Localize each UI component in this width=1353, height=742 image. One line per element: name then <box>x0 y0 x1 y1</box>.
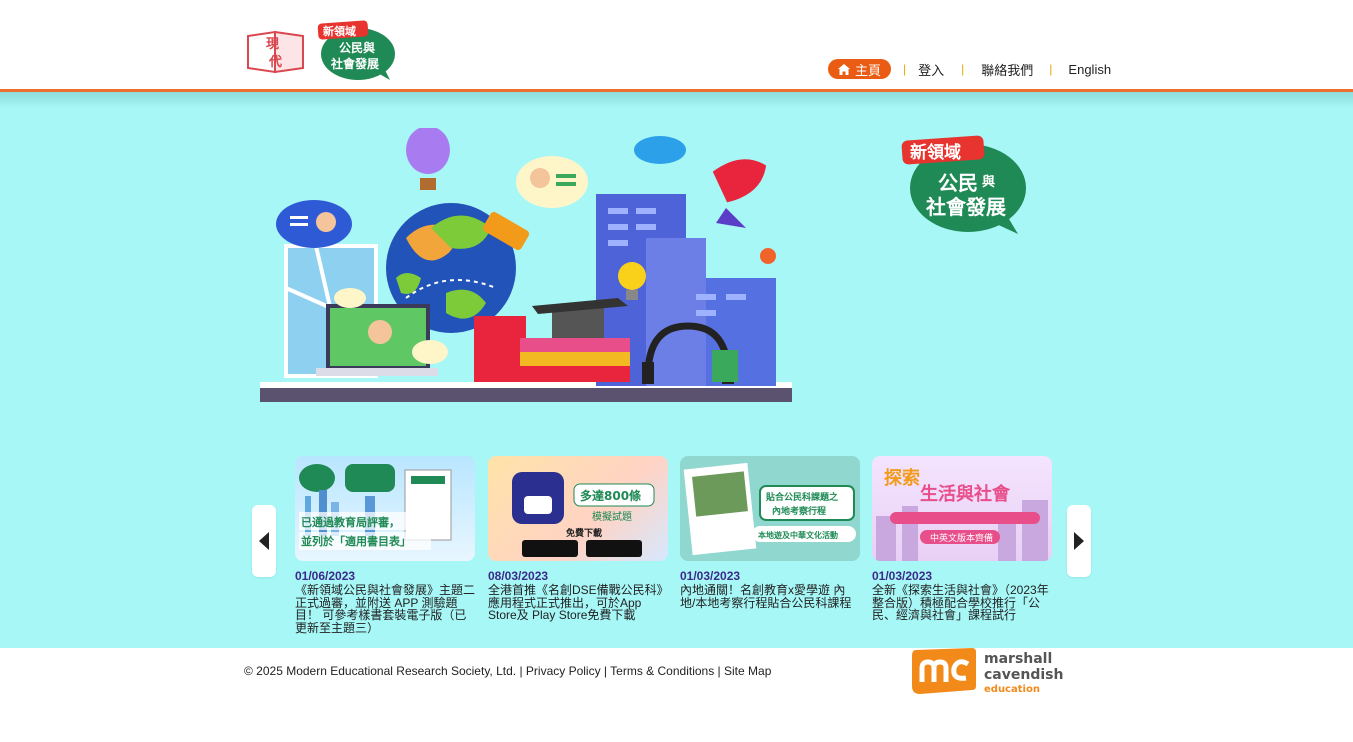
series-logo-badge: 新領域 <box>323 24 356 38</box>
nav-separator: | <box>1049 62 1053 76</box>
news-card-title[interactable]: 全新《探索生活與社會》（2023年整合版）積極配合學校推行「公民、經濟與社會」課… <box>872 584 1052 622</box>
news-card-img-line2: 並列於「適用書目表」 <box>301 534 411 548</box>
hero-banner: 新領域 公民 與 社會發展 已通過教育局評審， 並列於「適用書目表」 01/06… <box>0 92 1353 648</box>
news-card[interactable]: 探索 生活與社會 中英文版本齊備 01/03/2023 全新《探索生活與社會》（… <box>872 456 1052 622</box>
news-card-date: 08/03/2023 <box>488 569 549 583</box>
nav-contact-link[interactable]: 聯絡我們 <box>981 60 1033 79</box>
nav-english-link[interactable]: English <box>1068 62 1111 77</box>
arrow-right-icon <box>1074 532 1084 550</box>
mc-logo-line1: marshall <box>984 651 1052 667</box>
logo-modern-char-1: 現 <box>266 37 279 52</box>
nav-separator: | <box>903 62 907 76</box>
hero-illustration <box>260 128 792 402</box>
home-icon <box>838 63 850 75</box>
news-card-date: 01/06/2023 <box>295 569 356 583</box>
news-card-image[interactable]: 貼合公民科課題之 內地考察行程 本地遊及中華文化活動 <box>680 456 860 561</box>
news-card-title[interactable]: 全港首推《名創DSE備戰公民科》應用程式正式推出，可於App Store及 Pl… <box>488 584 668 622</box>
footer-separator: | <box>516 664 526 678</box>
series-logo-title-1: 公民與 <box>339 40 375 55</box>
footer-copyright: © 2025 Modern Educational Research Socie… <box>244 664 517 678</box>
footer-privacy-link[interactable]: Privacy Policy <box>526 664 601 678</box>
hero-series-logo: 新領域 公民 與 社會發展 <box>901 135 1026 234</box>
news-card-title[interactable]: 內地通關！名創教育x愛學遊 內地/本地考察行程貼合公民科課程 <box>680 584 860 609</box>
hero-shadow <box>0 92 1353 108</box>
logo-modern-char-2: 代 <box>268 54 282 70</box>
nav-separator: | <box>961 62 965 76</box>
mc-logo-line2: cavendish <box>984 667 1063 683</box>
marshall-cavendish-logo[interactable]: marshall cavendish education <box>910 646 1070 698</box>
hero-logo-title-1: 公民 <box>938 171 978 195</box>
hero-logo-title-3: 社會發展 <box>925 195 1006 219</box>
footer-separator: | <box>600 664 611 678</box>
news-card-img-line2: 內地考察行程 <box>772 505 826 517</box>
modern-logo[interactable]: 現 代 <box>245 28 307 74</box>
news-card-img-line2: 模擬試題 <box>592 510 632 523</box>
main-nav: 主頁 | 登入 | 聯絡我們 | English <box>828 58 1111 80</box>
news-card[interactable]: 多達800條 模擬試題 免費下載 08/03/2023 全港首推《名創DSE備戰… <box>488 456 668 622</box>
news-card-title[interactable]: 《新領域公民與社會發展》主題二正式過審，並附送 APP 測驗題目！ 可參考樣書套… <box>295 584 475 634</box>
nav-home-label: 主頁 <box>855 62 882 78</box>
news-card-img-line1: 貼合公民科課題之 <box>765 491 838 503</box>
carousel-next-button[interactable] <box>1067 505 1091 577</box>
news-card-graphic: 貼合公民科課題之 內地考察行程 本地遊及中華文化活動 <box>683 462 856 556</box>
news-card-image[interactable]: 已通過教育局評審， 並列於「適用書目表」 <box>295 456 475 561</box>
news-card-img-line1: 探索 <box>884 467 920 489</box>
news-card-image[interactable]: 多達800條 模擬試題 免費下載 <box>488 456 668 561</box>
news-card-image[interactable]: 探索 生活與社會 中英文版本齊備 <box>872 456 1052 561</box>
news-card[interactable]: 已通過教育局評審， 並列於「適用書目表」 01/06/2023 《新領域公民與社… <box>295 456 475 634</box>
series-logo-title-2: 社會發展 <box>330 56 379 71</box>
news-card-img-line1: 多達800條 <box>580 488 642 503</box>
nav-home-button[interactable]: 主頁 <box>828 59 892 79</box>
news-card-graphic: 探索 生活與社會 中英文版本齊備 <box>876 467 1048 561</box>
news-card-img-line3: 免費下載 <box>566 527 602 539</box>
hero-logo-title-2: 與 <box>982 174 995 190</box>
site-header: 現 代 新領域 公民與 社會發展 主頁 | 登入 | 聯絡我們 | Englis… <box>0 0 1353 89</box>
series-logo[interactable]: 新領域 公民與 社會發展 <box>316 20 398 82</box>
carousel-prev-button[interactable] <box>252 505 276 577</box>
news-card-img-line2: 生活與社會 <box>920 483 1011 505</box>
mc-logo-line3: education <box>984 684 1040 695</box>
news-card-img-line3: 本地遊及中華文化活動 <box>757 530 838 540</box>
arrow-left-icon <box>259 532 269 550</box>
footer-separator: | <box>714 664 725 678</box>
footer-links: © 2025 Modern Educational Research Socie… <box>244 664 771 678</box>
footer-terms-link[interactable]: Terms & Conditions <box>610 664 714 678</box>
news-card[interactable]: 貼合公民科課題之 內地考察行程 本地遊及中華文化活動 01/03/2023 內地… <box>680 456 860 609</box>
news-card-img-line1: 已通過教育局評審， <box>301 515 400 529</box>
news-card-date: 01/03/2023 <box>680 569 741 583</box>
hero-logo-badge: 新領域 <box>910 142 961 163</box>
news-card-graphic: 多達800條 模擬試題 免費下載 <box>512 472 655 557</box>
news-card-img-line3: 中英文版本齊備 <box>930 532 993 544</box>
footer-sitemap-link[interactable]: Site Map <box>724 664 771 678</box>
news-card-date: 01/03/2023 <box>872 569 933 583</box>
news-card-graphic: 已通過教育局評審， 並列於「適用書目表」 <box>299 464 452 550</box>
nav-login-link[interactable]: 登入 <box>918 60 944 79</box>
